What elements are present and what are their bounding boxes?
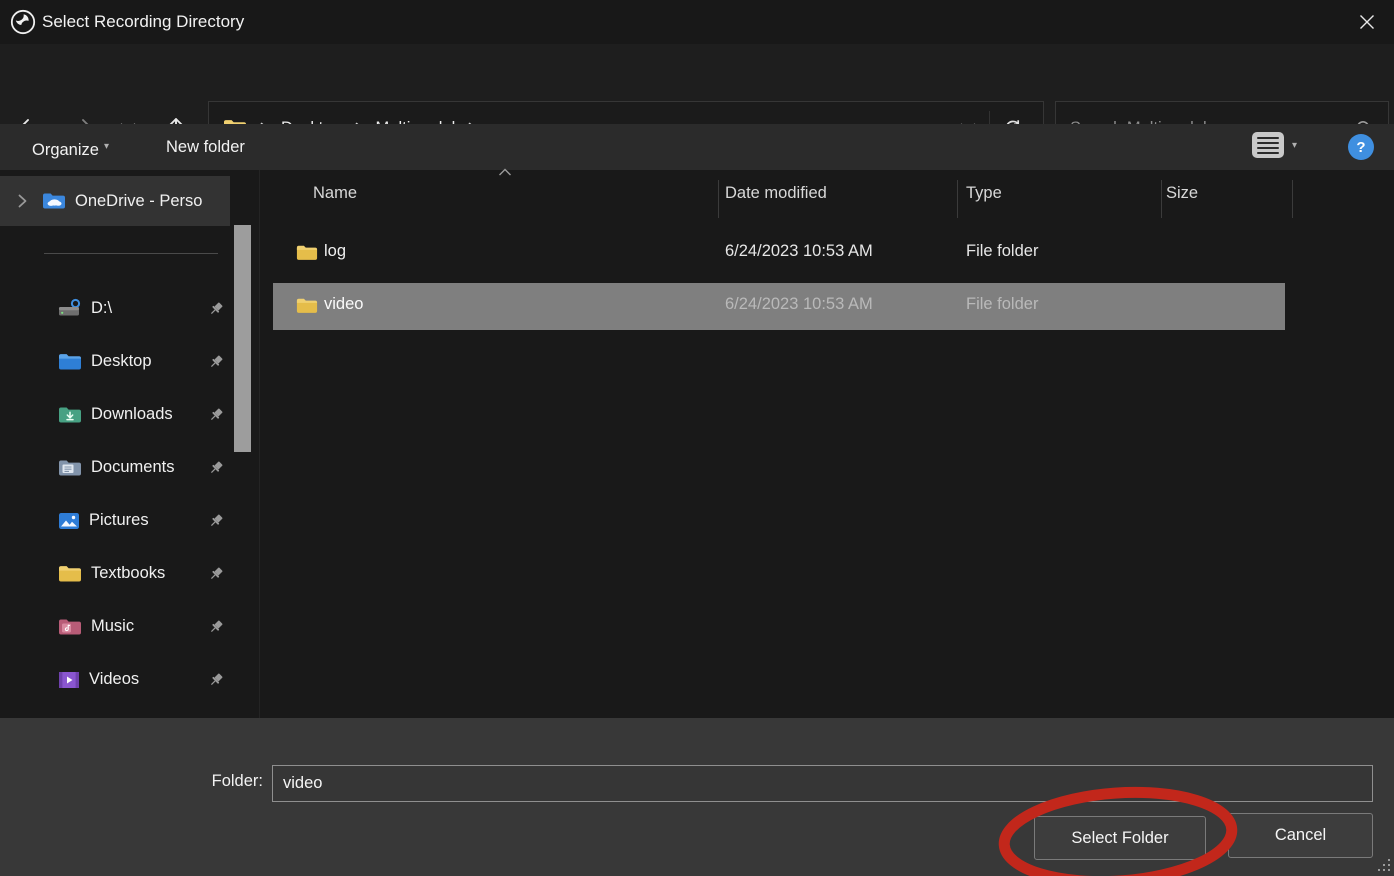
resize-grip[interactable] [1377, 859, 1392, 874]
select-recording-directory-dialog: Select Recording Directory [0, 0, 1394, 876]
file-date-modified: 6/24/2023 10:53 AM [725, 242, 873, 261]
navigation-bar: Desktop Multimodal [0, 44, 1394, 124]
pin-icon [208, 566, 224, 582]
sidebar-item-downloads[interactable]: Downloads [0, 388, 232, 441]
column-separator[interactable] [1161, 180, 1162, 218]
music-folder-icon [58, 618, 82, 636]
file-name: log [324, 242, 346, 261]
command-toolbar: Organize ▾ New folder [0, 124, 1394, 170]
sidebar-item-label: Music [91, 617, 134, 636]
dialog-content: OneDrive - Perso D:\ [0, 170, 1394, 718]
column-header-size[interactable]: Size [1166, 184, 1198, 203]
folder-label: Folder: [120, 772, 263, 791]
sidebar-item-videos[interactable]: Videos [0, 653, 232, 706]
videos-icon [58, 671, 80, 689]
sidebar-item-d-drive[interactable]: D:\ [0, 282, 232, 335]
sidebar-item-label: Documents [91, 458, 174, 477]
view-options-caret-icon[interactable]: ▾ [1292, 134, 1297, 158]
desktop-folder-icon [58, 353, 82, 371]
caret-down-icon: ▾ [104, 141, 109, 152]
column-header-date-modified[interactable]: Date modified [725, 184, 827, 203]
select-folder-button[interactable]: Select Folder [1034, 816, 1206, 860]
obs-logo-icon [9, 8, 37, 36]
file-name: video [324, 295, 363, 314]
sidebar-item-label: OneDrive - Perso [75, 192, 202, 211]
help-icon: ? [1356, 139, 1365, 156]
expand-chevron-icon[interactable] [18, 194, 27, 208]
column-separator[interactable] [1292, 180, 1293, 218]
sidebar-item-label: Downloads [91, 405, 173, 424]
column-header-name[interactable]: Name [313, 184, 357, 203]
column-separator[interactable] [718, 180, 719, 218]
pin-icon [208, 460, 224, 476]
file-type: File folder [966, 242, 1038, 261]
sidebar-item-desktop[interactable]: Desktop [0, 335, 232, 388]
folder-name-input[interactable] [272, 765, 1373, 802]
sidebar-item-documents[interactable]: Documents [0, 441, 232, 494]
window-title: Select Recording Directory [42, 0, 244, 44]
folder-icon [296, 244, 318, 262]
sidebar-item-label: Pictures [89, 511, 149, 530]
pin-icon [208, 407, 224, 423]
cancel-button[interactable]: Cancel [1228, 813, 1373, 858]
folder-icon [58, 565, 82, 583]
pictures-icon [58, 512, 80, 530]
folder-icon [296, 297, 318, 315]
file-date-modified: 6/24/2023 10:53 AM [725, 295, 873, 314]
sort-ascending-icon [498, 168, 512, 176]
sidebar-item-pictures[interactable]: Pictures [0, 494, 232, 547]
title-bar: Select Recording Directory [0, 0, 1394, 44]
help-button[interactable]: ? [1348, 134, 1374, 160]
pin-icon [208, 354, 224, 370]
sidebar-item-textbooks[interactable]: Textbooks [0, 547, 232, 600]
documents-folder-icon [58, 459, 82, 477]
file-list: Name Date modified Type Size log 6/24/20… [260, 170, 1394, 718]
pin-icon [208, 513, 224, 529]
downloads-folder-icon [58, 406, 82, 424]
sidebar-item-label: Textbooks [91, 564, 165, 583]
sidebar-item-music[interactable]: Music [0, 600, 232, 653]
pin-icon [208, 672, 224, 688]
sidebar-scrollbar-thumb[interactable] [234, 225, 251, 452]
new-folder-button[interactable]: New folder [166, 124, 245, 170]
sidebar-item-label: D:\ [91, 299, 112, 318]
dialog-footer: Folder: Select Folder Cancel [0, 718, 1394, 876]
column-separator[interactable] [957, 180, 958, 218]
sidebar-item-label: Desktop [91, 352, 152, 371]
organize-button[interactable]: Organize ▾ [32, 124, 109, 170]
drive-icon [58, 298, 82, 320]
sidebar-item-label: Videos [89, 670, 139, 689]
pin-icon [208, 301, 224, 317]
file-type: File folder [966, 295, 1038, 314]
close-button[interactable] [1344, 0, 1390, 44]
change-view-button[interactable] [1252, 132, 1284, 158]
sidebar-divider [44, 253, 218, 254]
pin-icon [208, 619, 224, 635]
sidebar-item-onedrive[interactable]: OneDrive - Perso [0, 176, 230, 226]
new-folder-label: New folder [166, 138, 245, 156]
column-header-type[interactable]: Type [966, 184, 1002, 203]
onedrive-folder-icon [42, 192, 66, 210]
file-row-video[interactable]: video 6/24/2023 10:53 AM File folder [273, 283, 1285, 330]
organize-label: Organize [32, 141, 99, 159]
file-row-log[interactable]: log 6/24/2023 10:53 AM File folder [273, 230, 1285, 277]
close-icon [1359, 14, 1375, 30]
